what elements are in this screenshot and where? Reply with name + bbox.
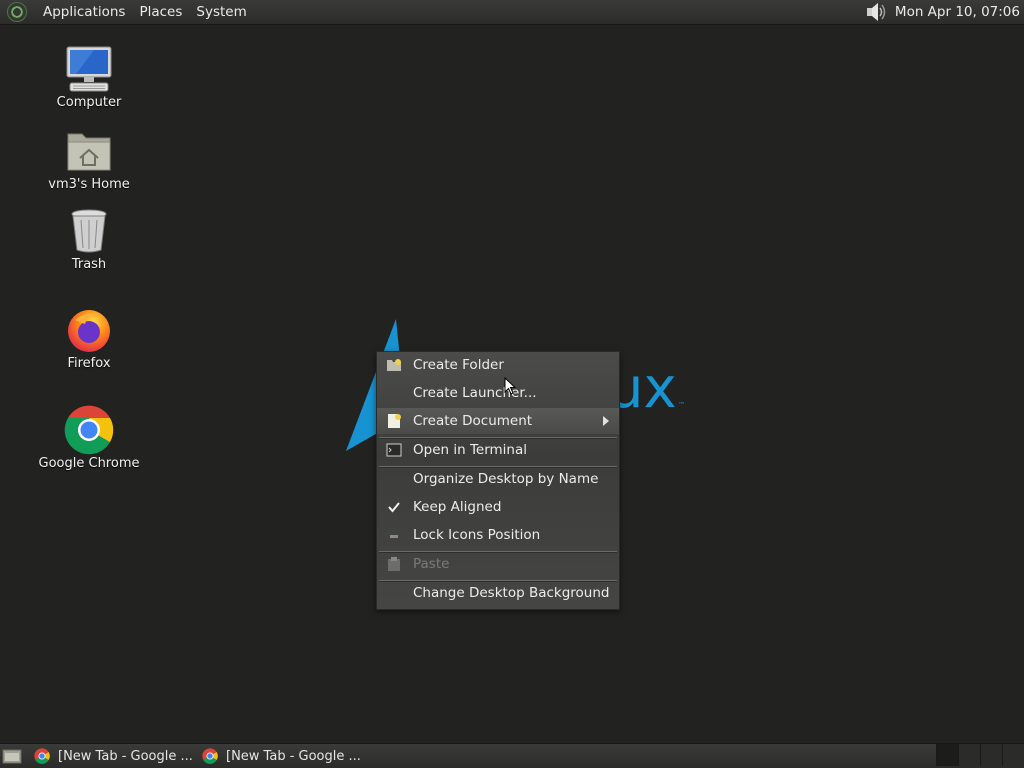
computer-icon <box>66 46 112 92</box>
desktop-icon-trash[interactable]: Trash <box>29 207 149 272</box>
menu-item-paste[interactable]: Paste <box>377 551 619 577</box>
menu-item-organize-desktop[interactable]: Organize Desktop by Name <box>377 466 619 492</box>
trash-icon <box>71 209 107 253</box>
workspace-switcher <box>936 744 1024 768</box>
chrome-icon <box>34 748 50 764</box>
distro-logo-icon[interactable] <box>7 2 27 22</box>
svg-text:™: ™ <box>678 401 685 409</box>
chrome-icon <box>202 748 218 764</box>
submenu-arrow-icon <box>603 416 609 426</box>
new-folder-icon <box>387 359 401 371</box>
mouse-cursor-icon <box>504 377 516 395</box>
volume-icon[interactable] <box>865 2 887 22</box>
workspace-4[interactable] <box>1002 744 1024 766</box>
top-panel: Applications Places System Mon Apr 10, 0… <box>0 0 1024 25</box>
bottom-panel: [New Tab - Google ... [New Tab - Google … <box>0 743 1024 768</box>
taskbar-button[interactable]: [New Tab - Google ... <box>202 744 370 768</box>
taskbar-button-label: [New Tab - Google ... <box>226 748 361 764</box>
home-folder-icon <box>67 133 111 171</box>
menu-places[interactable]: Places <box>132 4 189 20</box>
menu-item-create-folder[interactable]: Create Folder <box>377 352 619 378</box>
desktop-icon-label: Firefox <box>67 356 111 371</box>
menu-item-change-background[interactable]: Change Desktop Background <box>377 580 619 606</box>
desktop-icon-firefox[interactable]: Firefox <box>29 306 149 371</box>
clock[interactable]: Mon Apr 10, 07:06 <box>895 4 1020 20</box>
desktop-icon-computer[interactable]: Computer <box>29 45 149 110</box>
firefox-icon <box>68 310 110 352</box>
chrome-icon <box>64 405 114 455</box>
paste-icon <box>388 557 400 571</box>
desktop-icon-home[interactable]: vm3's Home <box>29 127 149 192</box>
show-desktop-icon[interactable] <box>2 747 22 765</box>
menu-item-keep-aligned[interactable]: Keep Aligned <box>377 494 619 520</box>
desktop-context-menu: Create Folder Create Launcher... Create … <box>376 351 620 610</box>
workspace-2[interactable] <box>958 744 980 766</box>
desktop-icon-label: Trash <box>71 257 107 272</box>
menu-item-create-document[interactable]: Create Document <box>377 408 619 434</box>
unchecked-icon <box>390 535 398 538</box>
checkmark-icon <box>388 502 400 513</box>
desktop-icon-label: Google Chrome <box>38 456 140 471</box>
menu-item-create-launcher[interactable]: Create Launcher... <box>377 380 619 406</box>
system-tray: Mon Apr 10, 07:06 <box>865 2 1024 22</box>
desktop-icon-label: Computer <box>56 95 122 110</box>
taskbar-button-label: [New Tab - Google ... <box>58 748 193 764</box>
menu-applications[interactable]: Applications <box>36 4 132 20</box>
desktop-icon-label: vm3's Home <box>48 177 130 192</box>
terminal-icon <box>386 443 402 457</box>
taskbar-button[interactable]: [New Tab - Google ... <box>34 744 202 768</box>
workspace-1[interactable] <box>936 744 958 766</box>
menu-item-open-terminal[interactable]: Open in Terminal <box>377 437 619 463</box>
menu-item-lock-icons[interactable]: Lock Icons Position <box>377 522 619 548</box>
workspace-3[interactable] <box>980 744 1002 766</box>
new-document-icon <box>388 414 401 428</box>
menu-system[interactable]: System <box>189 4 253 20</box>
desktop-icon-chrome[interactable]: Google Chrome <box>29 405 149 471</box>
